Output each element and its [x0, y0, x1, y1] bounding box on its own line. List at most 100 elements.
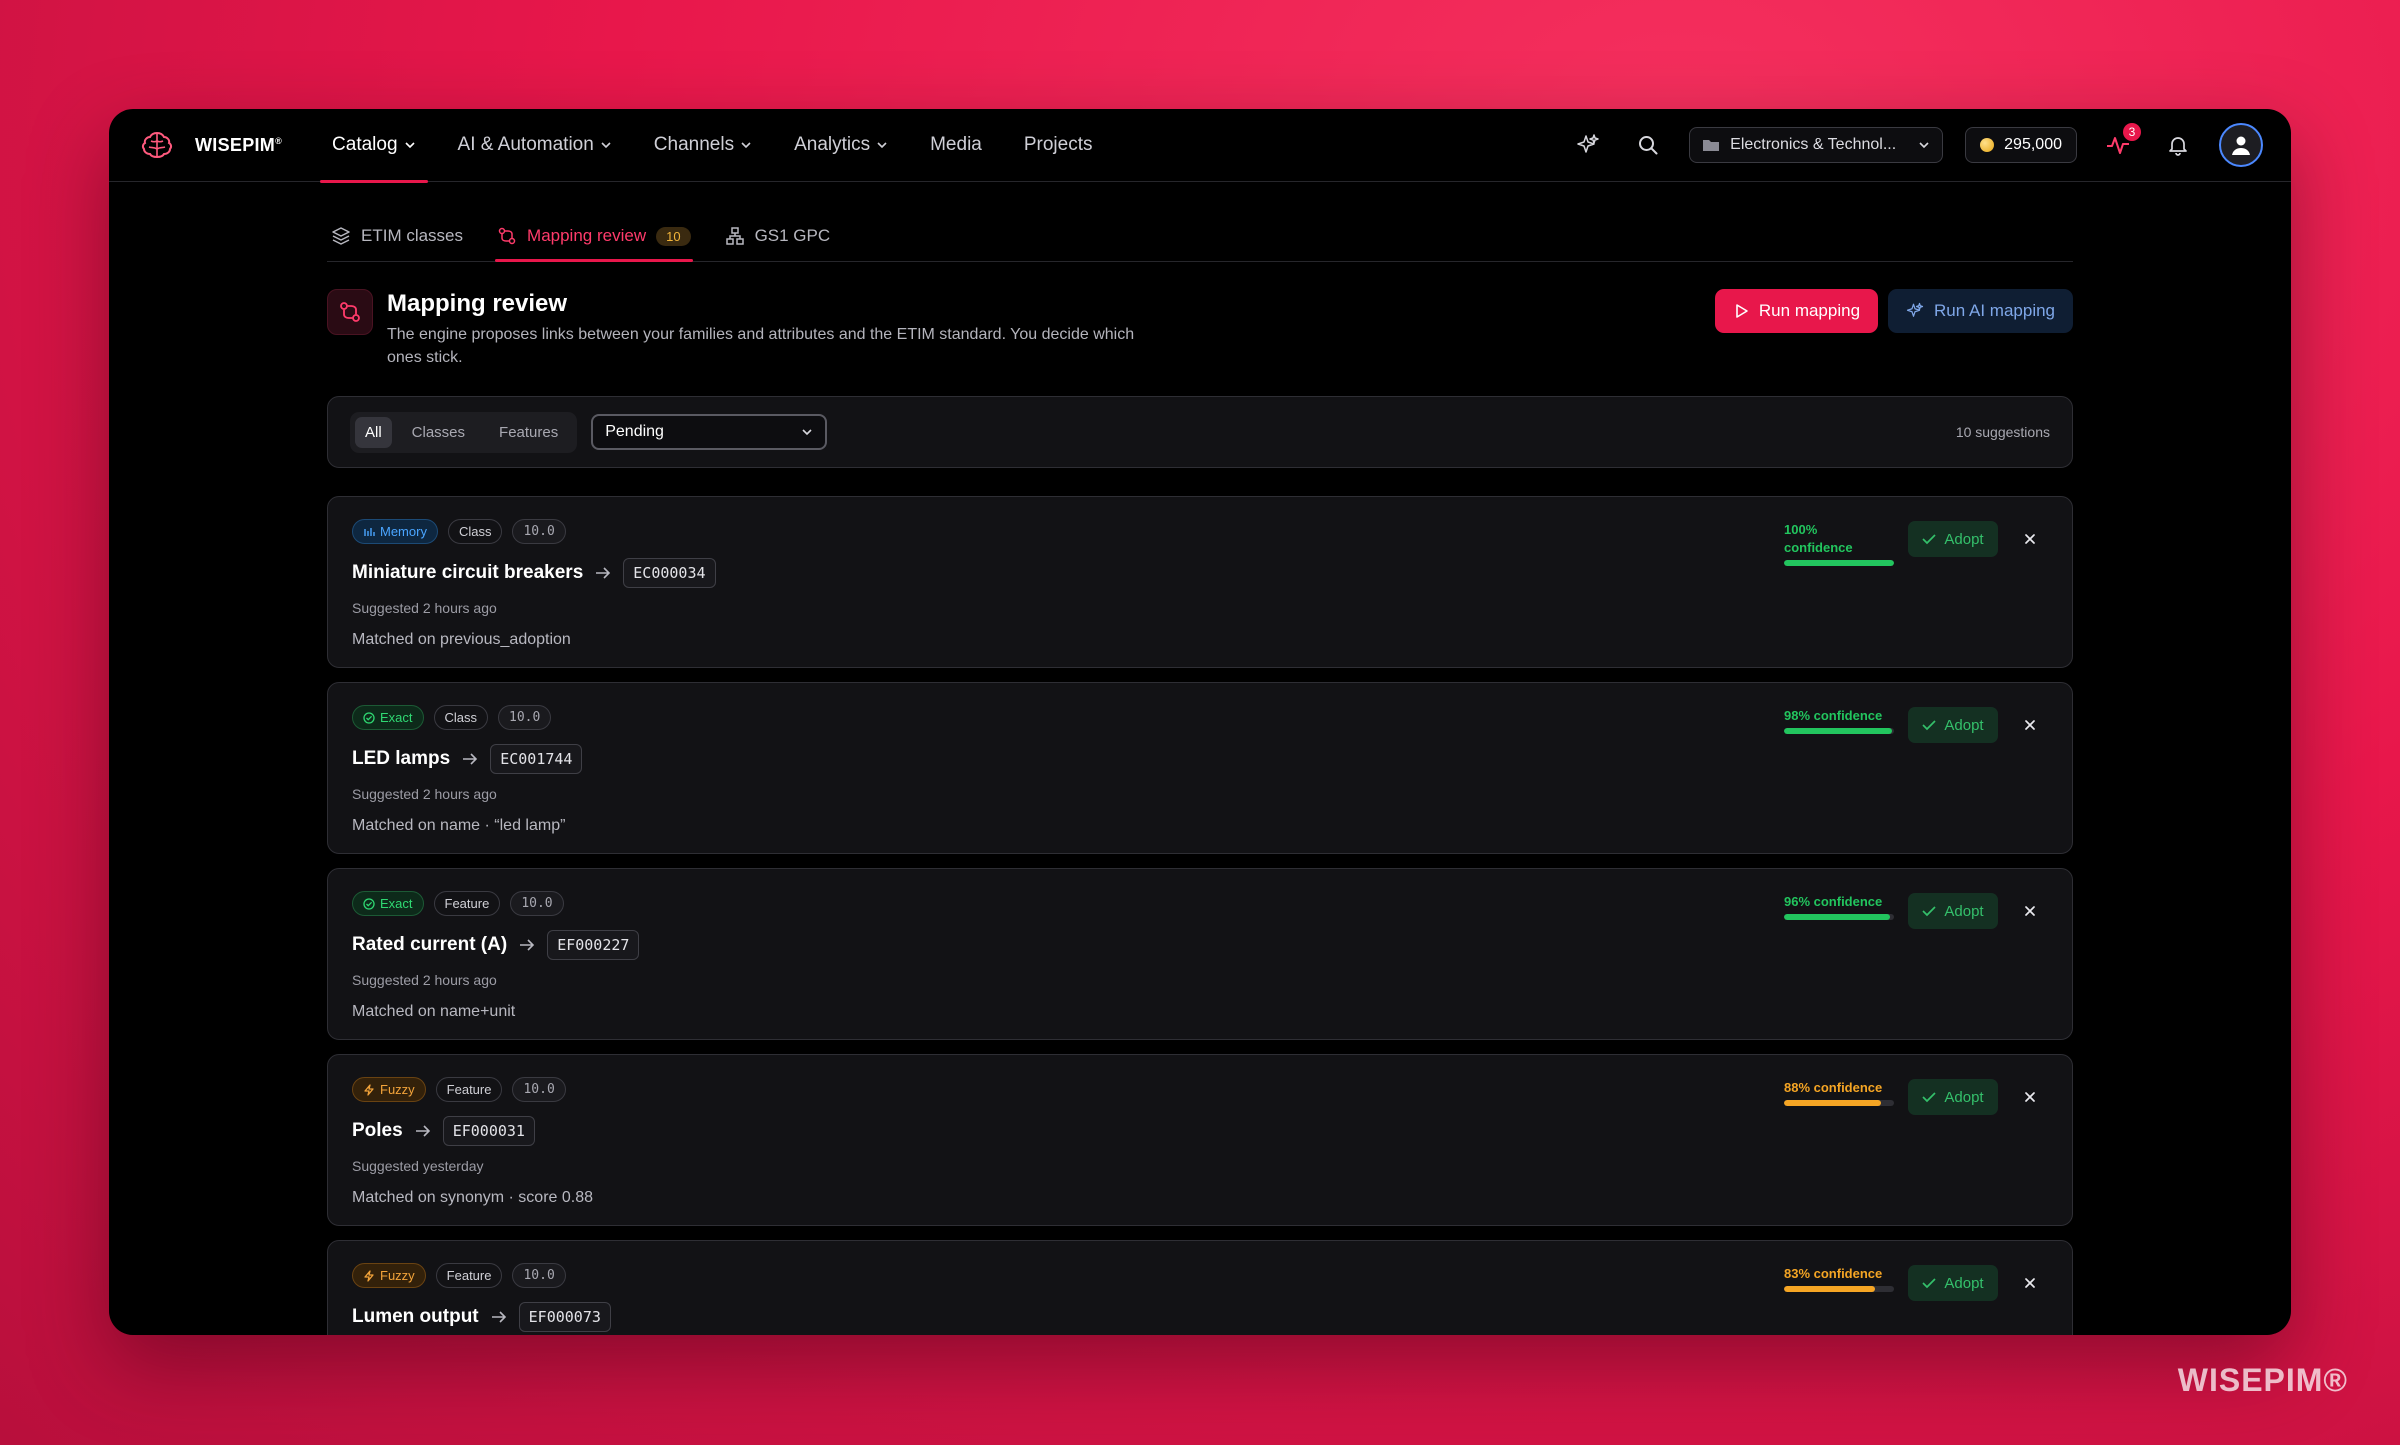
activity-button[interactable]: 3: [2099, 123, 2141, 164]
etim-code[interactable]: EF000031: [442, 1116, 535, 1146]
mapping-row: Rated current (A) EF000227: [352, 930, 2048, 960]
tab-etim-classes[interactable]: ETIM classes: [329, 211, 465, 261]
confidence-label: 98% confidence: [1784, 708, 1883, 723]
close-icon: [2025, 534, 2035, 544]
confidence-bar: [1784, 914, 1894, 920]
confidence-fill: [1784, 914, 1890, 920]
ai-sparkle-button[interactable]: [1569, 126, 1607, 164]
etim-code[interactable]: EC001744: [490, 744, 583, 774]
match-reason: Matched on name+unit: [352, 1003, 516, 1020]
check-icon: [1922, 1278, 1936, 1289]
brand-name: WISEPIM®: [195, 134, 283, 155]
check-icon: [1922, 1092, 1936, 1103]
check-icon: [1922, 720, 1936, 731]
adopt-button[interactable]: Adopt: [1908, 1079, 1998, 1115]
mapping-icon: [340, 302, 360, 322]
confidence-bar: [1784, 1100, 1894, 1106]
tab-gs1-gpc[interactable]: GS1 GPC: [723, 211, 833, 261]
run-ai-mapping-button[interactable]: Run AI mapping: [1888, 289, 2073, 333]
sparkle-icon: [1577, 134, 1599, 153]
nav-projects[interactable]: Projects: [1010, 109, 1107, 182]
check-circle-icon: [363, 897, 375, 910]
match-reason: Matched on name · “led lamp”: [352, 817, 566, 834]
user-avatar[interactable]: [2219, 123, 2263, 167]
layers-icon: [332, 227, 350, 245]
dismiss-button[interactable]: [2012, 707, 2048, 743]
brain-logo-icon: [141, 131, 173, 159]
confidence-meter: 88% confidence: [1784, 1079, 1894, 1106]
bell-icon: [2169, 137, 2187, 156]
confidence-fill: [1784, 1286, 1876, 1292]
source-name: Miniature circuit breakers: [352, 562, 584, 583]
chevron-down-icon: [802, 429, 812, 436]
version-badge: 10.0: [512, 519, 566, 544]
nav-ai-automation[interactable]: AI & Automation: [444, 109, 626, 182]
sparkle-icon: [1906, 302, 1924, 317]
match-reason: Matched on previous_adoption: [352, 631, 571, 648]
suggested-time: Suggested 2 hours ago: [352, 972, 497, 988]
adopt-button[interactable]: Adopt: [1908, 707, 1998, 743]
mapping-row: Poles EF000031: [352, 1116, 2048, 1146]
page-title: Mapping review: [387, 290, 568, 317]
version-badge: 10.0: [498, 705, 552, 730]
watermark: WISEPIM®: [2177, 1362, 2348, 1398]
type-segmented-control: All Classes Features: [350, 411, 578, 453]
source-name: LED lamps: [352, 748, 451, 769]
match-kind-badge: Exact: [352, 705, 424, 730]
confidence-fill: [1784, 728, 1892, 734]
notifications-button[interactable]: [2159, 126, 2197, 164]
credits-balance[interactable]: 295,000: [1965, 127, 2077, 163]
mapping-icon: [498, 227, 516, 245]
check-icon: [1922, 906, 1936, 917]
chevron-down-icon: [877, 142, 887, 149]
confidence-fill: [1784, 1100, 1881, 1106]
play-icon: [1736, 304, 1748, 318]
card-actions: 83% confidence Adopt: [1784, 1265, 2048, 1301]
nav-channels[interactable]: Channels: [640, 109, 766, 182]
type-badge: Feature: [433, 891, 501, 916]
nav-media[interactable]: Media: [916, 109, 996, 182]
segment-classes[interactable]: Classes: [398, 417, 479, 448]
source-name: Poles: [352, 1120, 403, 1141]
etim-code[interactable]: EF000227: [547, 930, 640, 960]
dismiss-button[interactable]: [2012, 893, 2048, 929]
nav-analytics[interactable]: Analytics: [780, 109, 902, 182]
lightning-icon: [363, 1269, 375, 1282]
adopt-button[interactable]: Adopt: [1908, 1265, 1998, 1301]
workspace-select[interactable]: Electronics & Technol...: [1689, 127, 1944, 163]
hierarchy-icon: [725, 227, 744, 245]
etim-code[interactable]: EF000073: [518, 1302, 611, 1332]
adopt-button[interactable]: Adopt: [1908, 521, 1998, 557]
search-button[interactable]: [1629, 126, 1667, 164]
adopt-button[interactable]: Adopt: [1908, 893, 1998, 929]
suggested-time: Suggested yesterday: [352, 1158, 484, 1174]
dismiss-button[interactable]: [2012, 1079, 2048, 1115]
mapping-row: LED lamps EC001744: [352, 744, 2048, 774]
etim-code[interactable]: EC000034: [623, 558, 716, 588]
segment-features[interactable]: Features: [485, 417, 572, 448]
header-actions: Run mapping Run AI mapping: [1714, 289, 2073, 333]
confidence-meter: 96% confidence: [1784, 893, 1894, 920]
status-select[interactable]: Pending: [591, 414, 828, 450]
match-reason: Matched on synonym · score 0.88: [352, 1189, 594, 1206]
filter-bar: All Classes Features Pending 10 suggesti…: [327, 396, 2073, 468]
version-badge: 10.0: [512, 1077, 566, 1102]
confidence-label: 96% confidence: [1784, 894, 1883, 909]
chevron-down-icon: [1919, 142, 1929, 149]
suggestion-card: Memory Class 10.0 Miniature circuit brea…: [327, 496, 2073, 668]
nav-catalog[interactable]: Catalog: [318, 109, 430, 183]
user-icon: [2232, 136, 2250, 155]
dismiss-button[interactable]: [2012, 1265, 2048, 1301]
coin-icon: [1980, 138, 1995, 152]
arrow-right-icon: [463, 753, 478, 765]
card-actions: 88% confidence Adopt: [1784, 1079, 2048, 1115]
close-icon: [2025, 1092, 2035, 1102]
card-actions: 96% confidence Adopt: [1784, 893, 2048, 929]
tab-mapping-review[interactable]: Mapping review 10: [495, 211, 693, 262]
dismiss-button[interactable]: [2012, 521, 2048, 557]
brand[interactable]: WISEPIM®: [137, 125, 282, 165]
confidence-meter: 83% confidence: [1784, 1265, 1894, 1292]
segment-all[interactable]: All: [355, 416, 392, 448]
page-header: Mapping review The engine proposes links…: [327, 289, 2073, 369]
run-mapping-button[interactable]: Run mapping: [1714, 289, 1879, 333]
